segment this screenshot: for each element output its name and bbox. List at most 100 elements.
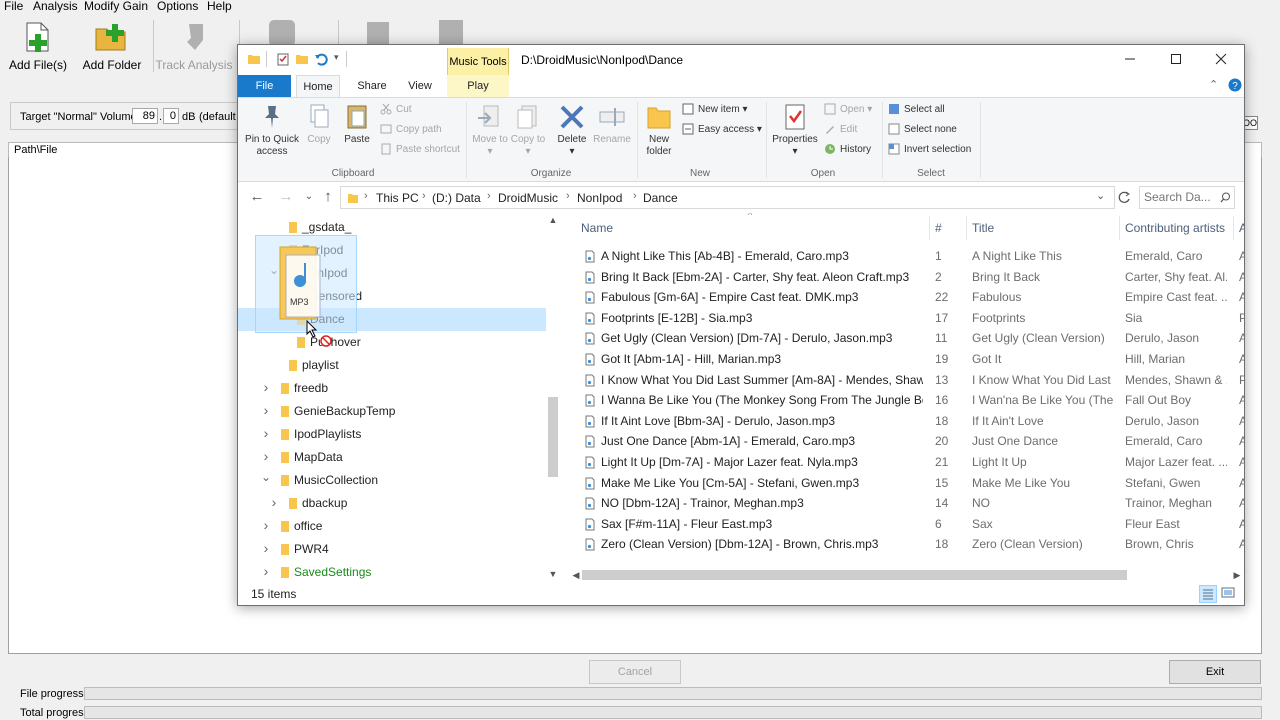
file-row[interactable]: I Know What You Did Last Summer [Am-8A] … (570, 370, 1244, 391)
delete-button[interactable]: Delete ▾ (554, 102, 590, 158)
column-header-artists[interactable]: Contributing artists (1125, 213, 1235, 243)
menu-file[interactable]: File (4, 0, 23, 13)
copy-button[interactable]: Copy (302, 102, 336, 146)
back-button[interactable]: ← (247, 189, 267, 205)
close-button[interactable] (1198, 45, 1244, 75)
minimize-button[interactable] (1107, 45, 1153, 75)
column-header-title[interactable]: Title (972, 213, 1112, 243)
nav-pane-scrollbar[interactable]: ▲ ▼ (546, 213, 560, 583)
file-list-hscrollbar[interactable]: ◀ ▶ (570, 567, 1244, 583)
breadcrumb-drive-d[interactable]: (D:) Data (432, 191, 481, 205)
scrollbar-thumb[interactable] (548, 397, 558, 477)
search-box[interactable] (1139, 186, 1235, 209)
search-input[interactable] (1144, 190, 1214, 204)
tab-file[interactable]: File (238, 75, 291, 97)
tree-item[interactable]: ⌄ MusicCollection (238, 469, 546, 492)
new-folder-qat-icon[interactable] (295, 52, 309, 66)
paste-button[interactable]: Paste (340, 102, 374, 146)
breadcrumb-dance[interactable]: Dance (643, 191, 678, 205)
edit-button[interactable]: Edit (824, 122, 857, 138)
properties-button[interactable]: Properties ▾ (770, 102, 820, 158)
open-button[interactable]: Open ▾ (824, 102, 872, 118)
file-row[interactable]: Got It [Abm-1A] - Hill, Marian.mp3 19 Got … (570, 349, 1244, 370)
chevron-right-icon[interactable]: › (260, 402, 272, 418)
copy-to-button[interactable]: Copy to ▾ (510, 102, 546, 158)
new-item-button[interactable]: New item ▾ (682, 102, 748, 118)
chevron-right-icon[interactable]: › (260, 517, 272, 533)
pin-quick-access-button[interactable]: Pin to Quick access (242, 102, 302, 158)
chevron-right-icon[interactable]: › (260, 540, 272, 556)
tree-item[interactable]: › freedb (238, 377, 546, 400)
scroll-left-arrow[interactable]: ◀ (570, 567, 582, 583)
address-dropdown-icon[interactable]: ⌄ (1096, 189, 1105, 202)
move-to-button[interactable]: Move to ▾ (472, 102, 508, 158)
scroll-right-arrow[interactable]: ▶ (1231, 567, 1243, 583)
tree-item[interactable]: › GenieBackupTemp (238, 400, 546, 423)
qat-customize-icon[interactable]: ▾ (334, 52, 339, 63)
file-row[interactable]: Fabulous [Gm-6A] - Empire Cast feat. DMK… (570, 287, 1244, 308)
file-row[interactable]: Get Ugly (Clean Version) [Dm-7A] - Derul… (570, 328, 1244, 349)
tree-item[interactable]: › IpodPlaylists (238, 423, 546, 446)
help-icon[interactable]: ? (1228, 78, 1242, 92)
tab-play[interactable]: Play (447, 75, 509, 97)
file-row[interactable]: Footprints [E-12B] - Sia.mp3 17 Footprints… (570, 308, 1244, 329)
menu-analysis[interactable]: Analysis (33, 0, 78, 13)
details-view-button[interactable] (1199, 585, 1217, 603)
tree-item[interactable]: Pushover (238, 331, 546, 354)
file-list[interactable]: ^ Name # Title Contributing artists A A … (570, 213, 1244, 583)
chevron-right-icon[interactable]: › (260, 448, 272, 464)
album-analysis-icon[interactable] (265, 18, 301, 46)
cancel-button[interactable]: Cancel (589, 660, 681, 684)
address-bar[interactable]: › This PC › (D:) Data › DroidMusic › Non… (340, 186, 1115, 209)
tab-view[interactable]: View (400, 75, 440, 97)
copy-path-button[interactable]: Copy path (380, 122, 442, 138)
scroll-down-arrow[interactable]: ▼ (546, 569, 560, 579)
undo-qat-icon[interactable] (314, 52, 328, 66)
target-volume-int-input[interactable]: 89 (132, 108, 158, 124)
column-header-number[interactable]: # (935, 213, 955, 243)
forward-button[interactable]: → (276, 189, 296, 205)
explorer-titlebar[interactable]: ▾ Music Tools D:\DroidMusic\NonIpod\Danc… (238, 45, 1244, 75)
large-icons-view-button[interactable] (1220, 585, 1238, 603)
tree-item[interactable]: › office (238, 515, 546, 538)
easy-access-button[interactable]: Easy access ▾ (682, 122, 762, 138)
tree-item[interactable]: › PWR4 (238, 538, 546, 561)
breadcrumb-droidmusic[interactable]: DroidMusic (498, 191, 558, 205)
chevron-right-icon[interactable]: › (268, 494, 280, 510)
cut-button[interactable]: Cut (380, 102, 412, 118)
file-row[interactable]: Just One Dance [Abm-1A] - Emerald, Caro.… (570, 431, 1244, 452)
track-analysis-button[interactable]: Track Analysis (154, 14, 234, 76)
hscroll-thumb[interactable] (582, 570, 1127, 580)
tree-item[interactable]: › dbackup (238, 492, 546, 515)
rename-button[interactable]: Rename (592, 102, 632, 146)
chevron-right-icon[interactable]: › (260, 563, 272, 579)
breadcrumb-nonipod[interactable]: NonIpod (577, 191, 622, 205)
refresh-icon[interactable] (1118, 191, 1131, 204)
select-all-button[interactable]: Select all (888, 102, 945, 118)
invert-selection-button[interactable]: Invert selection (888, 142, 971, 158)
tab-share[interactable]: Share (350, 75, 394, 97)
track-gain-icon[interactable] (365, 20, 395, 46)
breadcrumb-this-pc[interactable]: This PC (376, 191, 419, 205)
chevron-right-icon[interactable]: › (260, 425, 272, 441)
file-row[interactable]: Zero (Clean Version) [Dbm-12A] - Brown, … (570, 534, 1244, 555)
new-folder-button[interactable]: New folder (640, 102, 678, 158)
file-row[interactable]: Make Me Like You [Cm-5A] - Stefani, Gwen… (570, 473, 1244, 494)
chevron-down-icon[interactable]: ⌄ (260, 470, 272, 484)
column-header-album[interactable]: A (1239, 213, 1244, 243)
tab-home[interactable]: Home (296, 75, 340, 98)
paste-shortcut-button[interactable]: Paste shortcut (380, 142, 460, 158)
music-tools-contextual-tab[interactable]: Music Tools (447, 48, 509, 75)
add-folder-button[interactable]: Add Folder (72, 14, 152, 76)
tree-item[interactable]: › MapData (238, 446, 546, 469)
tree-item[interactable]: › SavedSettings (238, 561, 546, 583)
tree-item[interactable]: playlist (238, 354, 546, 377)
up-button[interactable]: ↑ (318, 189, 338, 205)
ribbon-collapse-icon[interactable]: ⌃ (1209, 78, 1218, 91)
album-gain-icon[interactable] (437, 18, 471, 44)
exit-button[interactable]: Exit (1169, 660, 1261, 684)
maximize-button[interactable] (1153, 45, 1199, 75)
file-row[interactable]: A Night Like This [Ab-4B] - Emerald, Car… (570, 246, 1244, 267)
menu-modify-gain[interactable]: Modify Gain (84, 0, 148, 13)
menu-options[interactable]: Options (157, 0, 198, 13)
